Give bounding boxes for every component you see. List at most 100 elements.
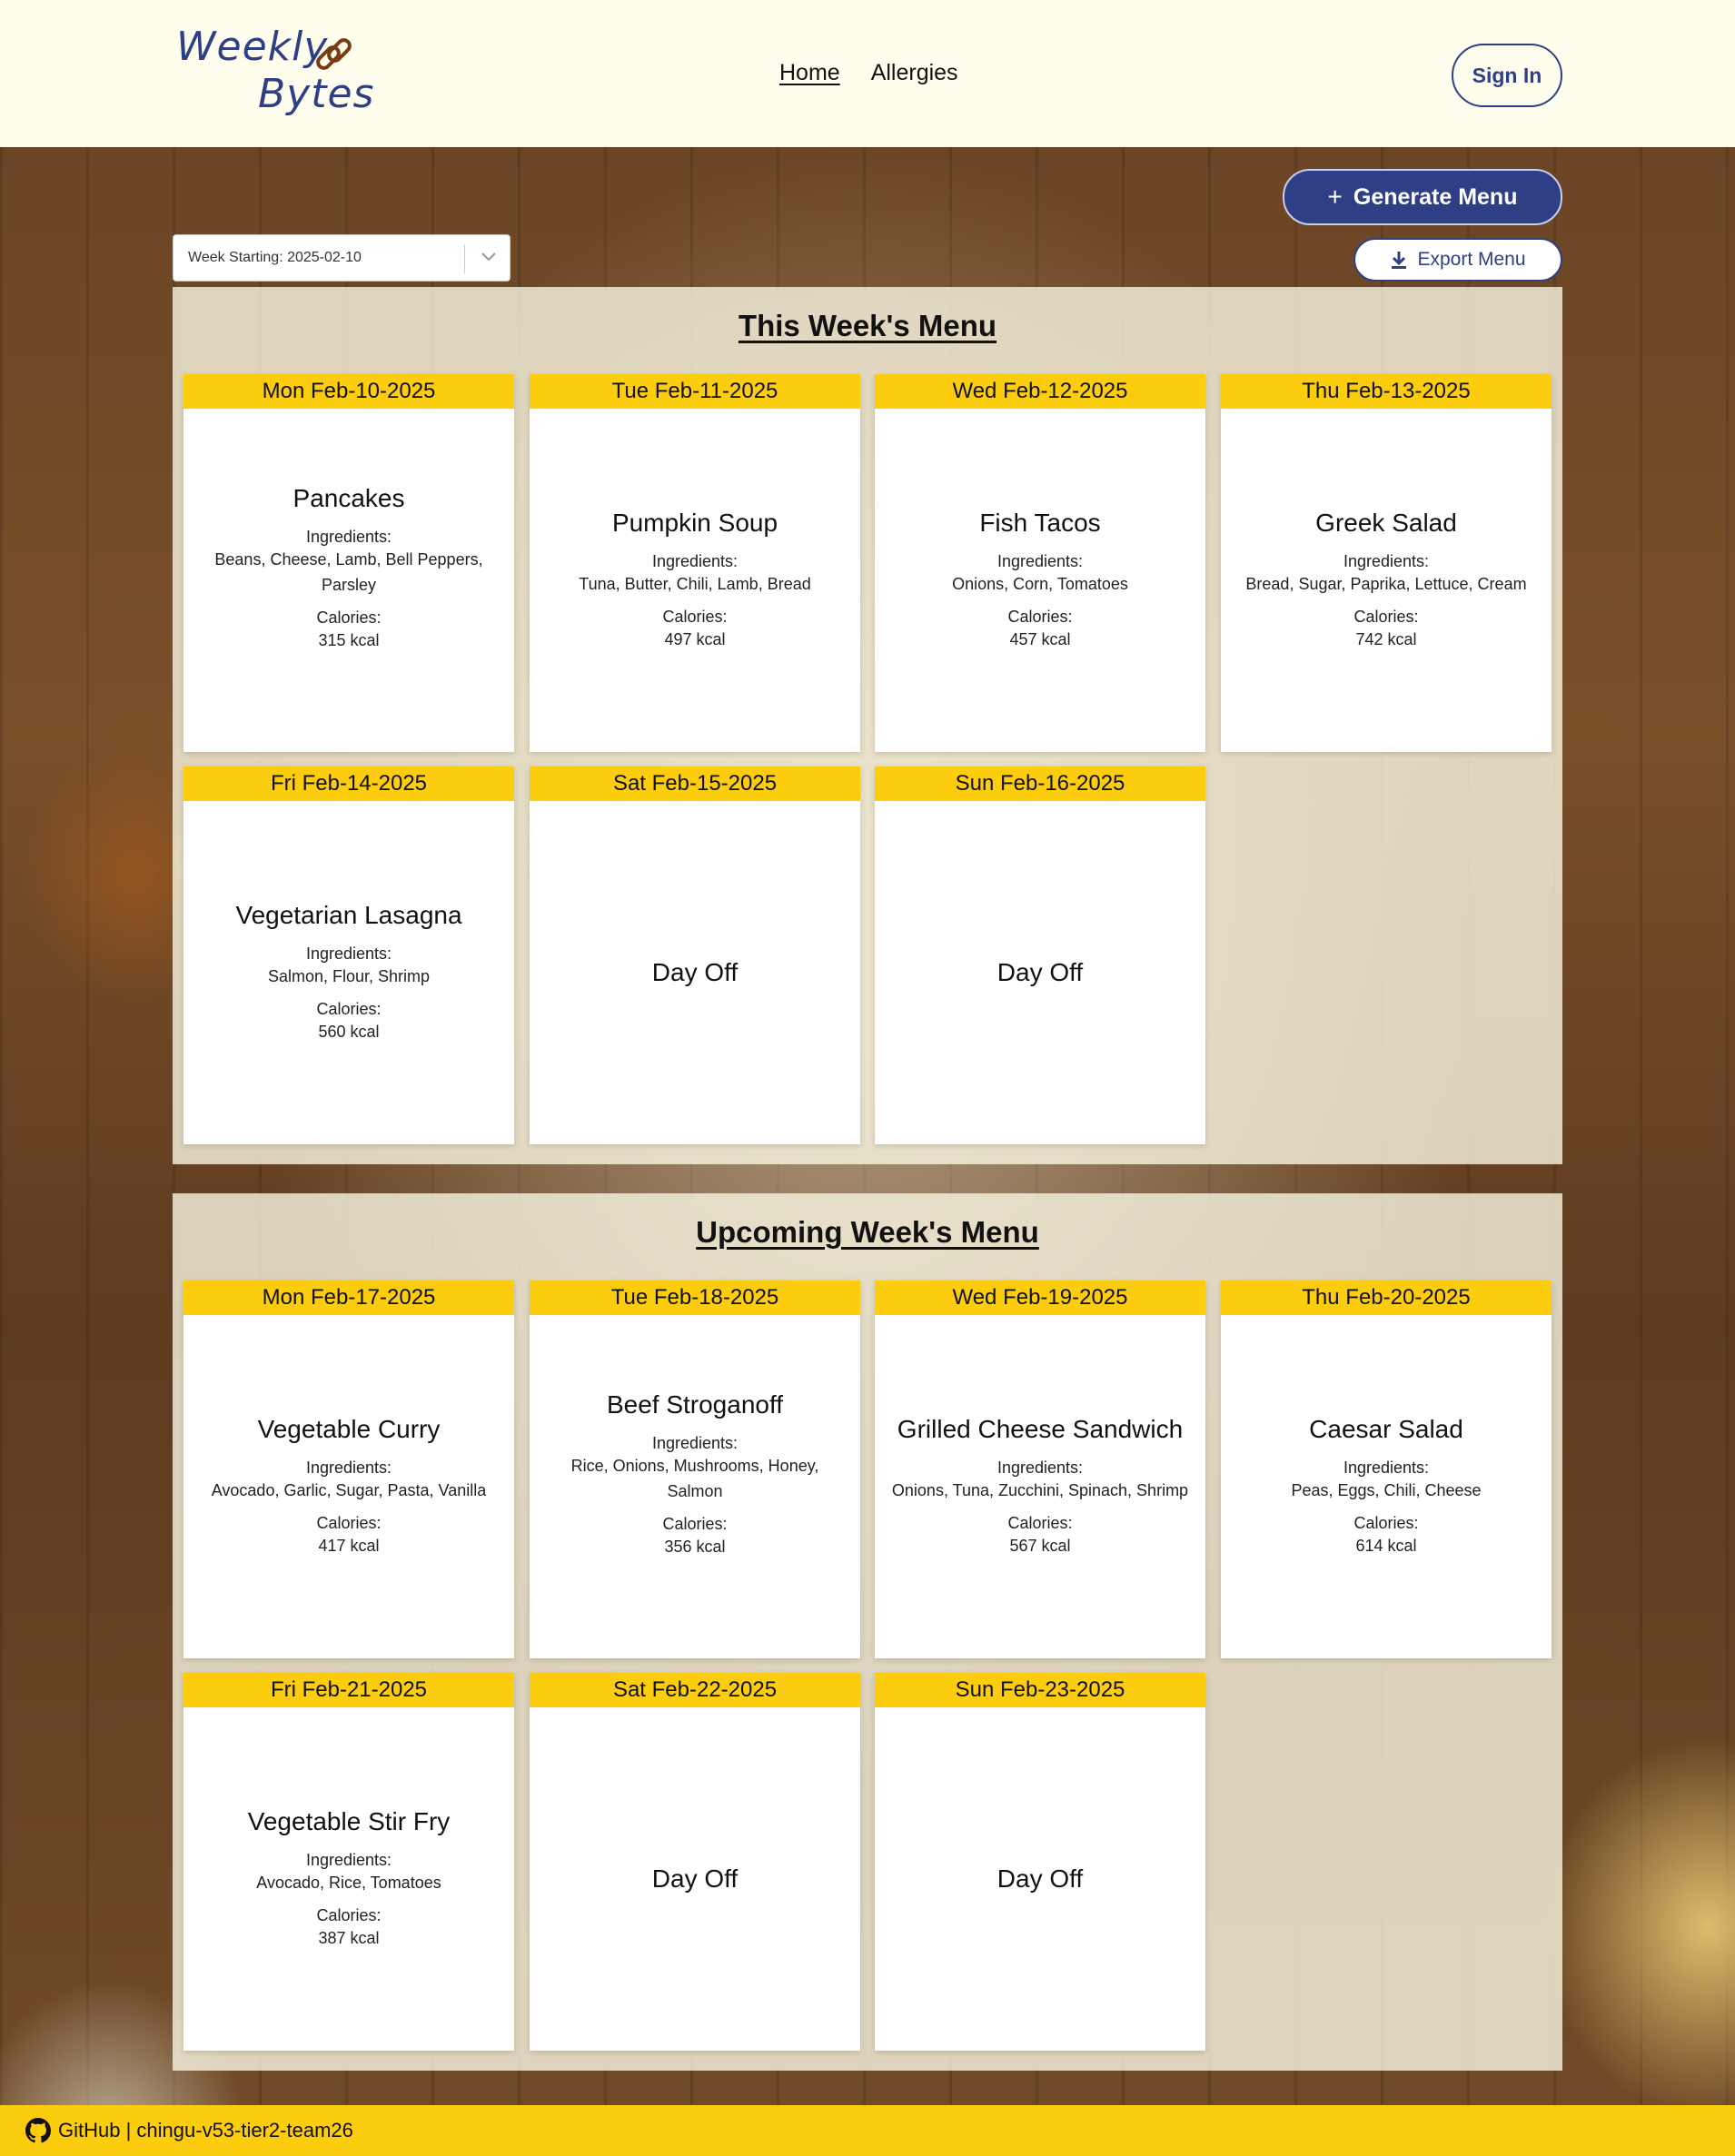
ingredients-list: Onions, Tuna, Zucchini, Spinach, Shrimp xyxy=(891,1481,1189,1499)
day-off-label: Day Off xyxy=(996,958,1084,986)
nav-allergies[interactable]: Allergies xyxy=(871,60,958,86)
ingredients-label: Ingredients: xyxy=(996,552,1084,570)
day-header: Tue Feb-11-2025 xyxy=(530,374,860,409)
day-off-label: Day Off xyxy=(651,1864,739,1893)
ingredients-label: Ingredients: xyxy=(305,1851,392,1869)
ingredients-list: Bread, Sugar, Paprika, Lettuce, Cream xyxy=(1245,575,1527,593)
ingredients-list: Onions, Corn, Tomatoes xyxy=(952,575,1128,593)
sign-in-button[interactable]: Sign In xyxy=(1452,44,1562,107)
day-card: Wed Feb-19-2025 Grilled Cheese Sandwich … xyxy=(875,1281,1205,1658)
dish-name: Caesar Salad xyxy=(1309,1415,1463,1443)
calories-label: Calories: xyxy=(316,1514,382,1532)
dish-name: Beef Stroganoff xyxy=(606,1390,784,1419)
ingredients-list: Avocado, Garlic, Sugar, Pasta, Vanilla xyxy=(211,1481,487,1499)
day-off-label: Day Off xyxy=(651,958,739,986)
nav-home[interactable]: Home xyxy=(779,60,840,86)
day-header: Tue Feb-18-2025 xyxy=(530,1281,860,1315)
day-card: Sun Feb-16-2025 Day Off xyxy=(875,766,1205,1144)
link-icon xyxy=(316,38,352,70)
day-card: Sat Feb-22-2025 Day Off xyxy=(530,1673,860,2051)
week-select[interactable]: Week Starting: 2025-02-10 xyxy=(173,234,511,282)
day-card: Mon Feb-17-2025 Vegetable Curry Ingredie… xyxy=(183,1281,514,1658)
day-card: Thu Feb-20-2025 Caesar Salad Ingredients… xyxy=(1221,1281,1552,1658)
calories-value: 567 kcal xyxy=(1009,1537,1071,1555)
calories-label: Calories: xyxy=(1007,1514,1073,1532)
footer-repo-link[interactable]: GitHub | chingu-v53-tier2-team26 xyxy=(58,2119,353,2142)
github-icon[interactable] xyxy=(25,2118,51,2143)
calories-label: Calories: xyxy=(1353,1514,1419,1532)
day-header: Sun Feb-23-2025 xyxy=(875,1673,1205,1707)
calories-value: 742 kcal xyxy=(1355,630,1417,648)
week-select-value: Week Starting: 2025-02-10 xyxy=(188,250,362,265)
day-card: Tue Feb-18-2025 Beef Stroganoff Ingredie… xyxy=(530,1281,860,1658)
ingredients-label: Ingredients: xyxy=(651,1434,739,1452)
upcoming-week-title: Upcoming Week's Menu xyxy=(696,1215,1039,1249)
chevron-down-icon[interactable] xyxy=(479,246,499,266)
logo-text-line1: Weekly xyxy=(176,24,329,70)
day-header: Thu Feb-20-2025 xyxy=(1221,1281,1552,1315)
ingredients-label: Ingredients: xyxy=(1343,1459,1430,1477)
this-week-menu: This Week's Menu Mon Feb-10-2025 Pancake… xyxy=(173,287,1562,1164)
calories-label: Calories: xyxy=(662,608,728,626)
dish-name: Pumpkin Soup xyxy=(611,509,778,537)
logo[interactable]: Weekly Bytes xyxy=(173,22,382,122)
day-header: Thu Feb-13-2025 xyxy=(1221,374,1552,409)
day-card: Sat Feb-15-2025 Day Off xyxy=(530,766,860,1144)
select-separator xyxy=(464,244,465,273)
day-card: Sun Feb-23-2025 Day Off xyxy=(875,1673,1205,2051)
day-header: Sun Feb-16-2025 xyxy=(875,766,1205,801)
day-header: Sat Feb-22-2025 xyxy=(530,1673,860,1707)
day-card: Mon Feb-10-2025 Pancakes Ingredients: Be… xyxy=(183,374,514,752)
day-header: Wed Feb-19-2025 xyxy=(875,1281,1205,1315)
dish-name: Vegetable Stir Fry xyxy=(247,1807,451,1835)
day-header: Sat Feb-15-2025 xyxy=(530,766,860,801)
dish-name: Vegetable Curry xyxy=(257,1415,441,1443)
ingredients-list: Tuna, Butter, Chili, Lamb, Bread xyxy=(579,575,811,593)
day-card: Tue Feb-11-2025 Pumpkin Soup Ingredients… xyxy=(530,374,860,752)
site-header: Weekly Bytes Home Allergies Sign In xyxy=(0,0,1735,147)
calories-value: 560 kcal xyxy=(318,1023,380,1041)
calories-label: Calories: xyxy=(662,1515,728,1533)
generate-menu-label: Generate Menu xyxy=(1353,183,1518,210)
ingredients-label: Ingredients: xyxy=(305,1459,392,1477)
export-menu-button[interactable]: Export Menu xyxy=(1353,238,1562,282)
ingredients-label: Ingredients: xyxy=(651,552,739,570)
day-card: Fri Feb-21-2025 Vegetable Stir Fry Ingre… xyxy=(183,1673,514,2051)
dish-name: Pancakes xyxy=(292,484,405,512)
ingredients-list: Peas, Eggs, Chili, Cheese xyxy=(1291,1481,1482,1499)
calories-value: 356 kcal xyxy=(664,1538,726,1556)
download-icon xyxy=(1392,252,1407,269)
site-footer: GitHub | chingu-v53-tier2-team26 xyxy=(0,2105,1735,2156)
dish-name: Greek Salad xyxy=(1315,509,1457,537)
ingredients-label: Ingredients: xyxy=(305,944,392,963)
day-header: Mon Feb-17-2025 xyxy=(183,1281,514,1315)
ingredients-list: Salmon, Flour, Shrimp xyxy=(267,967,431,985)
logo-text-line2: Bytes xyxy=(258,71,375,117)
calories-value: 315 kcal xyxy=(318,631,380,649)
ingredients-label: Ingredients: xyxy=(996,1459,1084,1477)
calories-value: 417 kcal xyxy=(318,1537,380,1555)
upcoming-week-menu: Upcoming Week's Menu Mon Feb-17-2025 Veg… xyxy=(173,1193,1562,2071)
ingredients-list: Beans, Cheese, Lamb, Bell Peppers, Parsl… xyxy=(214,550,483,594)
calories-label: Calories: xyxy=(1007,608,1073,626)
calories-label: Calories: xyxy=(316,1000,382,1018)
calories-label: Calories: xyxy=(1353,608,1419,626)
calories-value: 457 kcal xyxy=(1009,630,1071,648)
calories-value: 387 kcal xyxy=(318,1929,380,1947)
day-card: Thu Feb-13-2025 Greek Salad Ingredients:… xyxy=(1221,374,1552,752)
day-card: Wed Feb-12-2025 Fish Tacos Ingredients: … xyxy=(875,374,1205,752)
generate-menu-button[interactable]: + Generate Menu xyxy=(1283,169,1562,225)
dish-name: Fish Tacos xyxy=(979,509,1101,537)
calories-label: Calories: xyxy=(316,1906,382,1924)
calories-value: 614 kcal xyxy=(1355,1537,1417,1555)
calories-value: 497 kcal xyxy=(664,630,726,648)
day-card: Fri Feb-14-2025 Vegetarian Lasagna Ingre… xyxy=(183,766,514,1144)
day-header: Wed Feb-12-2025 xyxy=(875,374,1205,409)
day-header: Fri Feb-21-2025 xyxy=(183,1673,514,1707)
ingredients-label: Ingredients: xyxy=(305,528,392,546)
ingredients-label: Ingredients: xyxy=(1343,552,1430,570)
calories-label: Calories: xyxy=(316,608,382,627)
dish-name: Vegetarian Lasagna xyxy=(235,901,462,929)
day-header: Mon Feb-10-2025 xyxy=(183,374,514,409)
day-header: Fri Feb-14-2025 xyxy=(183,766,514,801)
